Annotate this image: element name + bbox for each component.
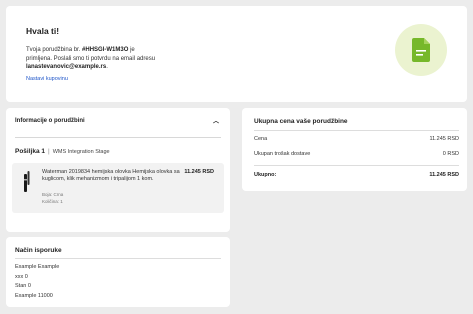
total-divider-bottom: [254, 165, 459, 166]
grand-total-row: Ukupno: 11.245 RSD: [254, 172, 459, 178]
document-check-icon: [412, 38, 430, 62]
order-total-card: Ukupna cena vaše porudžbine Cena 11.245 …: [242, 108, 467, 191]
pen-thumbnail: [24, 171, 30, 192]
delivery-address: Example Example xxx 0 Stan 0 Example 110…: [15, 263, 59, 301]
delivery-title: Način isporuke: [15, 247, 62, 254]
thank-you-title: Hvala ti!: [26, 26, 60, 36]
order-info-card: Informacije o porudžbini ︿ Pošiljka 1 | WM…: [6, 108, 230, 232]
address-line: Stan 0: [15, 283, 31, 289]
order-info-divider: [15, 137, 221, 138]
shipment-label: Pošiljka 1: [15, 148, 45, 155]
item-name: Waterman 2019834 hemijska olovka Hemijsk…: [42, 169, 180, 182]
address-line: xxx 0: [15, 273, 28, 280]
continue-shopping-link[interactable]: Nastavi kupovinu: [26, 76, 68, 82]
shipment-separator: |: [48, 148, 50, 155]
item-quantity: Količina: 1: [42, 199, 63, 204]
item-price: 11.245 RSD: [184, 169, 214, 175]
confirmation-message: Tvoja porudžbina br. #HHSGI-W1M3O je pri…: [26, 46, 156, 72]
customer-email: lanastevanovic@example.rs: [26, 64, 107, 70]
price-row: Cena 11.245 RSD: [254, 136, 459, 142]
total-divider: [254, 130, 459, 131]
order-total-title: Ukupna cena vaše porudžbine: [254, 118, 348, 125]
delivery-divider: [15, 258, 221, 259]
address-line: Example Example: [15, 264, 60, 270]
item-color: Boja: Crna: [42, 192, 64, 197]
chevron-up-icon[interactable]: ︿: [213, 118, 219, 126]
message-prefix: Tvoja porudžbina br.: [26, 47, 81, 53]
shipment-header: Pošiljka 1 | WMS Integration Stage: [15, 148, 110, 155]
order-success-badge: [395, 24, 447, 76]
order-confirmation-card: Hvala ti! Tvoja porudžbina br. #HHSGI-W1…: [6, 6, 467, 102]
message-suffix: .: [106, 64, 108, 70]
shipping-row: Ukupan trošak dostave 0 RSD: [254, 151, 459, 157]
order-number: #HHSGI-W1M3O: [82, 47, 129, 53]
price-label: Cena: [254, 136, 268, 142]
shipping-label: Ukupan trošak dostave: [254, 151, 311, 157]
delivery-method-card: Način isporuke Example Example xxx 0 Sta…: [6, 237, 230, 307]
price-value: 11.245 RSD: [429, 136, 459, 142]
total-label: Ukupno:: [254, 172, 277, 178]
shipment-stage: WMS Integration Stage: [52, 149, 110, 155]
total-value: 11.245 RSD: [429, 172, 459, 178]
address-line: Example 11000: [15, 292, 53, 299]
order-info-toggle[interactable]: Informacije o porudžbini ︿: [15, 118, 221, 130]
shipping-value: 0 RSD: [442, 151, 459, 157]
order-info-title: Informacije o porudžbini: [15, 118, 85, 124]
order-item: Waterman 2019834 hemijska olovka Hemijsk…: [12, 163, 224, 213]
